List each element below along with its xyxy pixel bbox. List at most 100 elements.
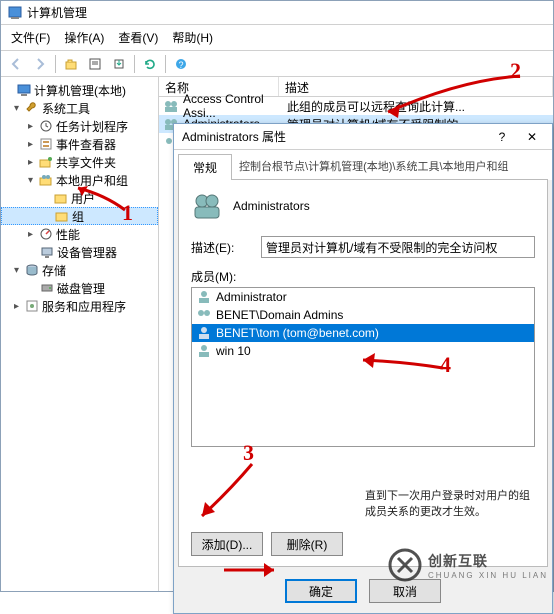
label-description: 描述(E): [191, 239, 251, 256]
tree-label: 磁盘管理 [57, 280, 105, 297]
tree-label: 共享文件夹 [56, 154, 116, 171]
separator [165, 55, 166, 73]
menu-action[interactable]: 操作(A) [58, 27, 110, 48]
hint-text: 直到下一次用户登录时对用户的组成员关系的更改才生效。 [365, 489, 535, 520]
watermark-logo-icon [388, 548, 422, 582]
computer-icon [16, 82, 32, 98]
dialog-title: Administrators 属性 [182, 128, 286, 145]
perf-icon [38, 226, 54, 242]
folder-icon [54, 208, 70, 224]
share-icon [38, 154, 54, 170]
watermark-text: 创新互联 [428, 551, 548, 571]
label-members: 成员(M): [191, 270, 236, 284]
users-folder-icon [38, 172, 54, 188]
properties-button[interactable] [84, 53, 106, 75]
tree-event-viewer[interactable]: ▸ 事件查看器 [1, 135, 158, 153]
expand-icon[interactable]: ▸ [11, 301, 22, 312]
group-icon [163, 98, 179, 114]
group-large-icon [191, 190, 223, 222]
events-icon [38, 136, 54, 152]
collapse-icon[interactable]: ▾ [25, 175, 36, 186]
help-icon[interactable]: ? [490, 130, 514, 144]
member-item[interactable]: BENET\tom (tom@benet.com) [192, 324, 534, 342]
tab-path-info: 控制台根节点\计算机管理(本地)\系统工具\本地用户和组 [231, 154, 548, 180]
svg-text:?: ? [178, 60, 183, 70]
services-icon [24, 298, 40, 314]
close-icon[interactable]: ✕ [520, 130, 544, 144]
tree-performance[interactable]: ▸ 性能 [1, 225, 158, 243]
refresh-button[interactable] [139, 53, 161, 75]
tree-shared-folders[interactable]: ▸ 共享文件夹 [1, 153, 158, 171]
forward-button [29, 53, 51, 75]
disk-icon [39, 280, 55, 296]
tree-label: 用户 [71, 190, 95, 207]
menu-view[interactable]: 查看(V) [112, 27, 164, 48]
tab-general[interactable]: 常规 [178, 154, 232, 180]
tree-system-tools[interactable]: ▾系统工具 [1, 99, 158, 117]
cancel-button[interactable]: 取消 [369, 579, 441, 603]
properties-dialog: Administrators 属性 ? ✕ 常规 控制台根节点\计算机管理(本地… [173, 123, 553, 614]
device-icon [39, 244, 55, 260]
add-button[interactable]: 添加(D)... [191, 532, 263, 556]
collapse-icon[interactable]: ▾ [11, 265, 22, 276]
export-button[interactable] [108, 53, 130, 75]
dialog-titlebar[interactable]: Administrators 属性 ? ✕ [174, 124, 552, 150]
expand-icon[interactable]: ▸ [25, 121, 36, 132]
expand-icon[interactable]: ▸ [25, 229, 36, 240]
tab-page: Administrators 描述(E): 管理员对计算机/域有不受限制的完全访… [178, 179, 548, 567]
members-listbox[interactable]: Administrator BENET\Domain Admins BENET\… [191, 287, 535, 447]
cell-desc: 此组的成员可以远程查询此计算... [287, 98, 465, 115]
tab-strip: 常规 控制台根节点\计算机管理(本地)\系统工具\本地用户和组 [174, 150, 552, 180]
tree-label: 设备管理器 [57, 244, 117, 261]
wrench-icon [24, 100, 40, 116]
col-desc[interactable]: 描述 [279, 77, 553, 96]
tree-local-users-groups[interactable]: ▾ 本地用户和组 [1, 171, 158, 189]
tree-label: 存储 [42, 262, 66, 279]
back-button [5, 53, 27, 75]
help-button[interactable]: ? [170, 53, 192, 75]
member-label: BENET\Domain Admins [216, 308, 343, 322]
tree-task-scheduler[interactable]: ▸ 任务计划程序 [1, 117, 158, 135]
folder-icon [53, 190, 69, 206]
tree-label: 组 [72, 208, 84, 225]
tree-groups[interactable]: 组 [1, 207, 158, 225]
list-row[interactable]: Access Control Assi... 此组的成员可以远程查询此计算... [159, 97, 553, 115]
member-item[interactable]: BENET\Domain Admins [192, 306, 534, 324]
ok-button[interactable]: 确定 [285, 579, 357, 603]
window-title: 计算机管理 [27, 4, 87, 21]
tree-label: 性能 [56, 226, 80, 243]
member-item[interactable]: Administrator [192, 288, 534, 306]
tree-root[interactable]: 计算机管理(本地) [1, 81, 158, 99]
menu-file[interactable]: 文件(F) [5, 27, 56, 48]
up-button[interactable] [60, 53, 82, 75]
member-item[interactable]: win 10 [192, 342, 534, 360]
separator [55, 55, 56, 73]
tree-users[interactable]: 用户 [1, 189, 158, 207]
description-input[interactable]: 管理员对计算机/域有不受限制的完全访问权 [261, 236, 535, 258]
tree-label: 任务计划程序 [56, 118, 128, 135]
menu-help[interactable]: 帮助(H) [166, 27, 219, 48]
clock-icon [38, 118, 54, 134]
tree-label: 计算机管理(本地) [34, 82, 126, 99]
tree-device-manager[interactable]: 设备管理器 [1, 243, 158, 261]
menubar: 文件(F) 操作(A) 查看(V) 帮助(H) [1, 25, 553, 51]
tree-disk-management[interactable]: 磁盘管理 [1, 279, 158, 297]
cell-name: Access Control Assi... [183, 92, 287, 120]
tree-label: 服务和应用程序 [42, 298, 126, 315]
tree-panel: 计算机管理(本地) ▾系统工具 ▸ 任务计划程序 ▸ 事件查看器 ▸ 共享文件夹 ▾ 本… [1, 77, 159, 591]
user-icon [196, 343, 212, 359]
tree-storage[interactable]: ▾ 存储 [1, 261, 158, 279]
toolbar: ? [1, 51, 553, 77]
titlebar: 计算机管理 [1, 1, 553, 25]
expand-icon[interactable]: ▸ [25, 157, 36, 168]
tree-label: 本地用户和组 [56, 172, 128, 189]
watermark-sub: CHUANG XIN HU LIAN [428, 571, 548, 580]
collapse-icon[interactable]: ▾ [11, 103, 22, 114]
member-label: win 10 [216, 344, 251, 358]
member-label: BENET\tom (tom@benet.com) [216, 326, 379, 340]
tree-label: 事件查看器 [56, 136, 116, 153]
expand-icon[interactable]: ▸ [25, 139, 36, 150]
group-name: Administrators [233, 199, 310, 213]
tree-services-apps[interactable]: ▸ 服务和应用程序 [1, 297, 158, 315]
remove-button[interactable]: 删除(R) [271, 532, 343, 556]
